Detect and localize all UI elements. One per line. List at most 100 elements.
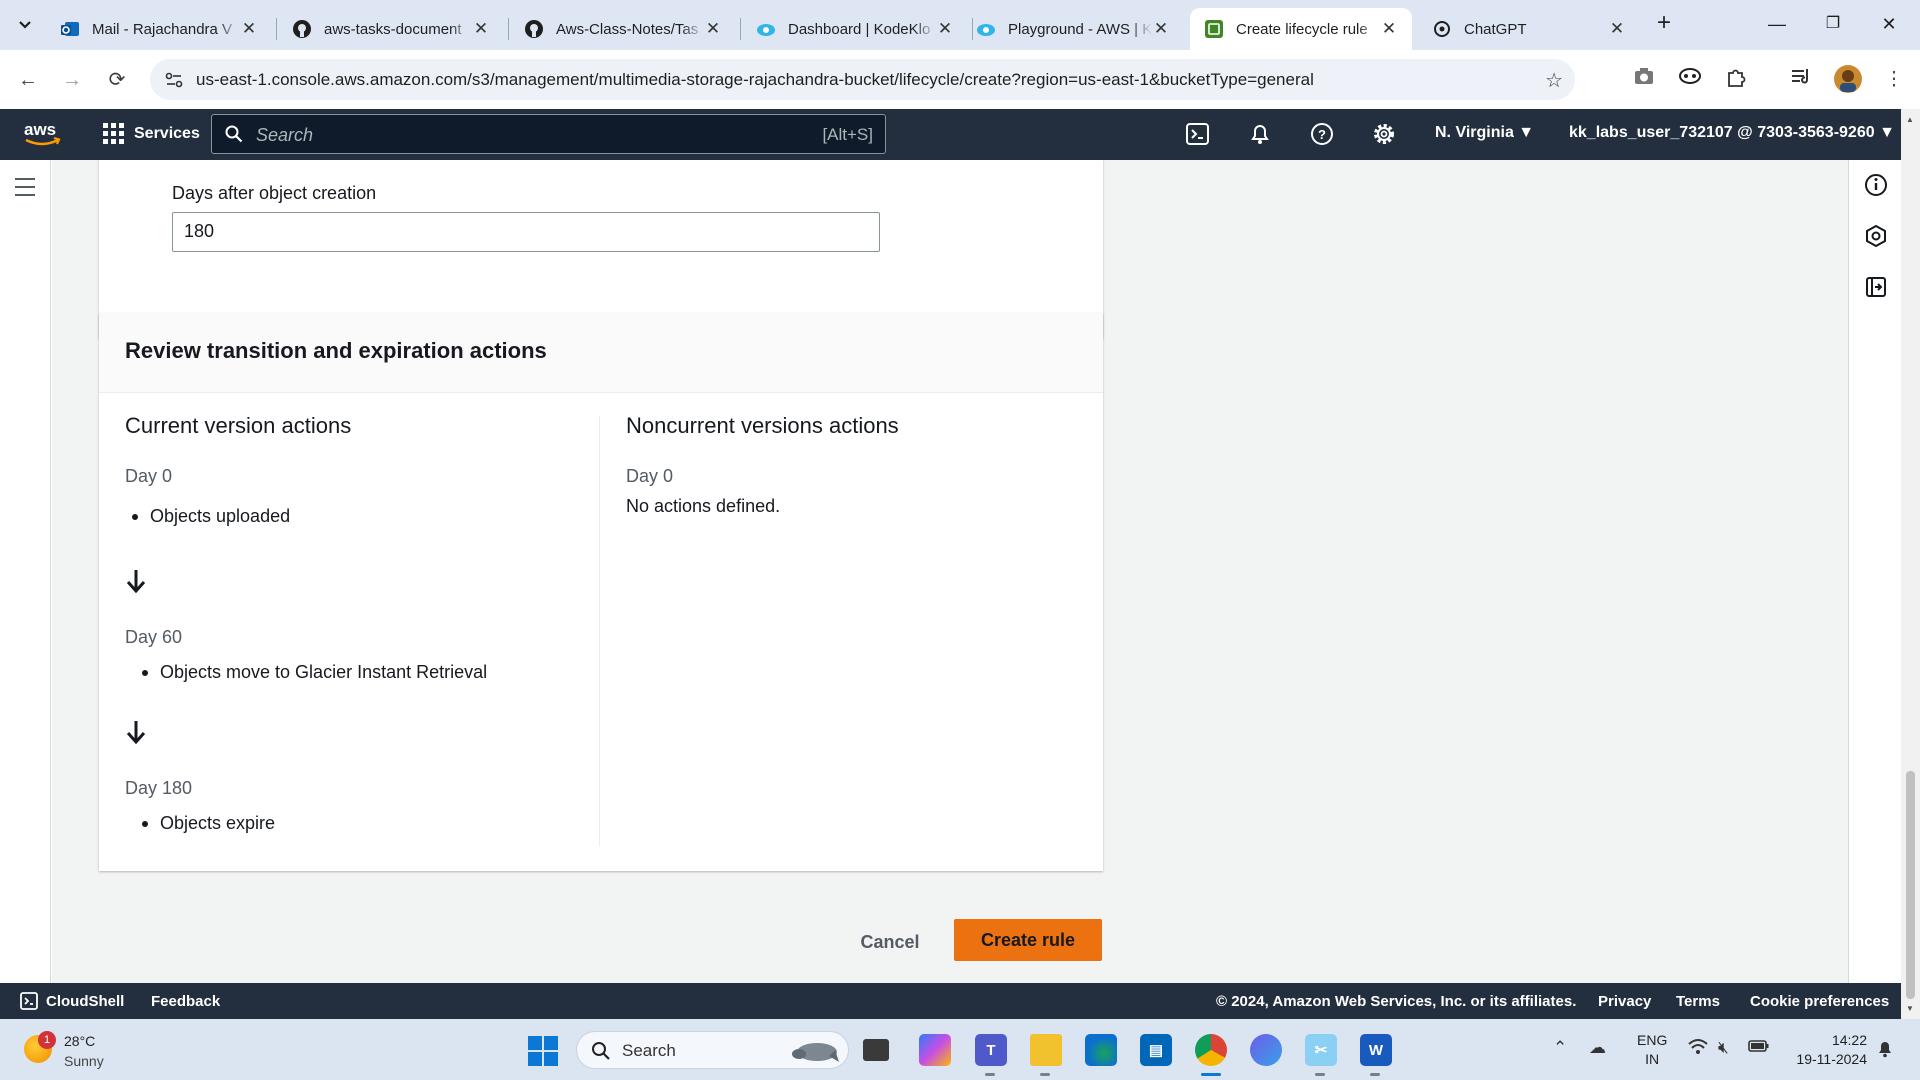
extensions-puzzle-icon[interactable] <box>1722 66 1750 94</box>
tab-close-icon[interactable]: ✕ <box>1380 19 1398 39</box>
tab-separator <box>276 18 277 40</box>
expiration-panel: Days after object creation 180 <box>99 160 1103 338</box>
tab-close-icon[interactable]: ✕ <box>1152 19 1170 39</box>
file-explorer-icon[interactable] <box>1030 1034 1062 1066</box>
bookmark-star-icon[interactable]: ☆ <box>1545 68 1563 93</box>
extension-face-icon[interactable] <box>1676 66 1704 94</box>
taskbar-search-input[interactable]: Search <box>576 1031 849 1069</box>
aws-s3-icon <box>1204 19 1224 39</box>
browser-menu-icon[interactable]: ⋮ <box>1880 66 1908 94</box>
browser-tab[interactable]: aws-tasks-document ✕ <box>278 8 504 50</box>
running-indicator <box>1040 1073 1050 1076</box>
info-icon[interactable] <box>1863 172 1889 198</box>
tab-close-icon[interactable]: ✕ <box>472 19 490 39</box>
tab-title: Playground - AWS | K <box>1008 20 1152 38</box>
side-navigation-rail <box>0 160 51 983</box>
tab-close-icon[interactable]: ✕ <box>936 19 954 39</box>
site-settings-icon[interactable] <box>164 70 184 90</box>
onedrive-icon[interactable]: ☁ <box>1589 1038 1606 1058</box>
copilot-icon[interactable] <box>919 1034 951 1066</box>
url-text: us-east-1.console.aws.amazon.com/s3/mana… <box>196 70 1314 89</box>
new-tab-button[interactable]: + <box>1650 10 1678 38</box>
settings-gear-icon[interactable] <box>1371 121 1397 147</box>
media-controls-icon[interactable] <box>1787 66 1815 94</box>
volume-muted-icon[interactable]: 🔇︎ <box>1718 1038 1729 1058</box>
task-view-icon[interactable] <box>863 1039 889 1061</box>
step-action: Objects move to Glacier Instant Retrieva… <box>142 662 487 683</box>
amazon-q-icon[interactable] <box>1863 223 1889 249</box>
review-panel: Review transition and expiration actions… <box>99 313 1103 871</box>
cloudshell-icon[interactable] <box>1185 121 1211 147</box>
arrow-down-icon <box>126 721 146 745</box>
wifi-icon[interactable] <box>1687 1038 1709 1061</box>
profile-avatar[interactable] <box>1833 64 1863 94</box>
tab-title: Dashboard | KodeKlo <box>788 20 931 38</box>
input-language[interactable]: ENG IN <box>1637 1031 1667 1069</box>
aws-logo[interactable]: aws <box>22 118 64 150</box>
cookie-preferences-link[interactable]: Cookie preferences <box>1750 993 1889 1010</box>
system-clock[interactable]: 14:22 19-11-2024 <box>1787 1031 1867 1069</box>
days-after-creation-input[interactable]: 180 <box>172 212 880 252</box>
reload-button[interactable]: ⟳ <box>101 64 133 96</box>
scroll-thumb[interactable] <box>1906 771 1915 999</box>
services-menu-button[interactable]: Services <box>103 123 200 144</box>
account-label: kk_labs_user_732107 @ 7303-3563-9260 <box>1569 124 1875 141</box>
bullet-dot <box>142 669 148 676</box>
tab-close-icon[interactable]: ✕ <box>704 19 722 39</box>
browser-tab[interactable]: ChatGPT ✕ <box>1418 8 1640 50</box>
address-bar[interactable]: us-east-1.console.aws.amazon.com/s3/mana… <box>150 59 1575 100</box>
browser-tab-active[interactable]: Create lifecycle rule ✕ <box>1190 8 1412 50</box>
feedback-link[interactable]: Feedback <box>151 993 220 1010</box>
restore-button[interactable]: ❐ <box>1805 8 1861 40</box>
tab-search-chevron-icon[interactable] <box>11 11 39 39</box>
forward-button[interactable]: → <box>56 64 88 96</box>
cloudshell-icon[interactable] <box>20 992 38 1010</box>
notifications-bell-icon[interactable] <box>1247 121 1273 147</box>
word-icon[interactable]: W <box>1360 1034 1392 1066</box>
services-label: Services <box>134 124 200 142</box>
kodekloud-icon <box>756 19 776 39</box>
tab-close-icon[interactable]: ✕ <box>1608 19 1626 39</box>
region-selector[interactable]: N. Virginia ▼ <box>1435 124 1534 142</box>
region-label: N. Virginia <box>1435 124 1514 141</box>
browser-tab[interactable]: Mail - Rajachandra V ✕ <box>46 8 272 50</box>
help-icon[interactable]: ? <box>1309 121 1335 147</box>
account-menu[interactable]: kk_labs_user_732107 @ 7303-3563-9260 ▼ <box>1569 124 1895 142</box>
browser-tab[interactable]: Playground - AWS | K ✕ <box>962 8 1184 50</box>
step-action: Objects uploaded <box>132 506 290 527</box>
create-rule-button[interactable]: Create rule <box>954 919 1102 961</box>
minimize-button[interactable]: — <box>1749 8 1805 40</box>
teams-icon[interactable]: T <box>975 1034 1007 1066</box>
show-hidden-icons-chevron-icon[interactable]: ⌃ <box>1553 1038 1567 1058</box>
tab-title: Mail - Rajachandra V <box>92 20 233 38</box>
store-icon[interactable]: ▤ <box>1140 1034 1172 1066</box>
scroll-up-arrow-icon[interactable]: ▲ <box>1906 115 1914 124</box>
chrome-icon[interactable] <box>1195 1034 1227 1066</box>
notification-bell-icon[interactable] <box>1876 1038 1894 1063</box>
battery-icon[interactable] <box>1748 1038 1770 1059</box>
svg-text:aws: aws <box>24 120 56 139</box>
panel-toggle-icon[interactable] <box>1863 274 1889 300</box>
snipping-tool-icon[interactable]: ✂ <box>1305 1034 1337 1066</box>
edge-icon[interactable] <box>1085 1034 1117 1066</box>
cloudshell-link[interactable]: CloudShell <box>46 993 124 1010</box>
terms-link[interactable]: Terms <box>1676 993 1720 1010</box>
scroll-down-arrow-icon[interactable]: ▼ <box>1906 1004 1914 1013</box>
screenshot-icon[interactable] <box>1630 66 1658 94</box>
github-icon <box>524 19 544 39</box>
photos-icon[interactable] <box>1250 1034 1282 1066</box>
page-scrollbar[interactable]: ▲ ▼ <box>1901 109 1920 1019</box>
back-button[interactable]: ← <box>12 64 44 96</box>
tab-separator <box>740 18 741 40</box>
close-window-button[interactable]: ✕ <box>1861 8 1917 40</box>
browser-tab[interactable]: Dashboard | KodeKlo ✕ <box>742 8 968 50</box>
tab-title: ChatGPT <box>1464 20 1527 38</box>
tab-close-icon[interactable]: ✕ <box>240 19 258 39</box>
aws-search-input[interactable]: Search [Alt+S] <box>211 114 886 154</box>
browser-tab[interactable]: Aws-Class-Notes/Tas ✕ <box>510 8 736 50</box>
hamburger-menu-icon[interactable] <box>15 178 35 202</box>
current-version-title: Current version actions <box>125 413 352 438</box>
cancel-button[interactable]: Cancel <box>847 924 933 960</box>
privacy-link[interactable]: Privacy <box>1598 993 1651 1010</box>
windows-start-icon[interactable] <box>528 1036 558 1066</box>
